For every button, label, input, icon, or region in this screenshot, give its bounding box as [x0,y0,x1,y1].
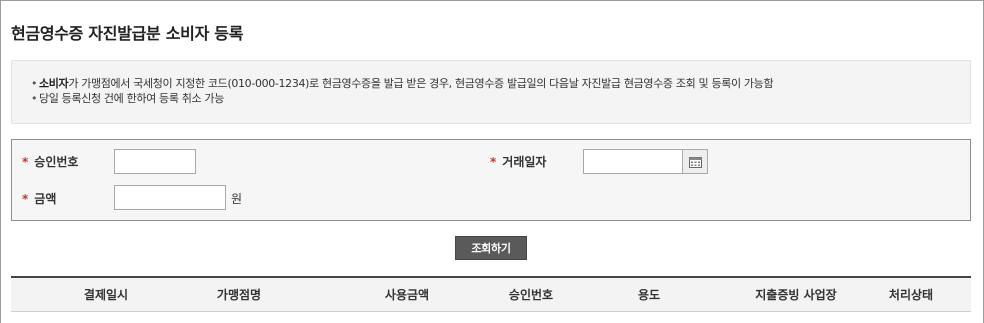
transaction-date-label: * 거래일자 [490,155,547,169]
page-title: 현금영수증 자진발급분 소비자 등록 [11,24,244,43]
amount-unit: 원 [231,192,243,206]
approval-number-label: * 승인번호 [22,155,79,169]
calendar-icon [688,156,702,168]
notice-line-2: • 당일 등록신청 건에 한하여 등록 취소 가능 [31,91,970,106]
calendar-button[interactable] [683,149,708,174]
column-header-merchant: 가맹점명 [216,288,262,302]
notice-panel: • 소비자가 가맹점에서 국세청이 지정한 코드(010-000-1234)로 현… [11,60,971,124]
column-header-purpose: 용도 [637,288,661,302]
amount-label: * 금액 [22,192,57,206]
required-mark: * [22,192,29,206]
approval-number-input[interactable] [114,149,196,174]
result-table-header: 결제일시 가맹점명 사용금액 승인번호 용도 지출증빙 사업장 처리상태 [11,276,971,312]
notice-line-1: • 소비자가 가맹점에서 국세청이 지정한 코드(010-000-1234)로 현… [31,76,970,91]
notice-emphasis: 소비자 [39,77,69,90]
bullet-icon: • [31,92,38,105]
notice-text-2: 당일 등록신청 건에 한하여 등록 취소 가능 [39,92,224,105]
bullet-icon: • [31,77,38,90]
column-header-status: 처리상태 [888,288,934,302]
amount-input[interactable] [114,185,226,210]
required-mark: * [490,155,497,169]
search-button[interactable]: 조회하기 [455,236,527,260]
required-mark: * [22,155,29,169]
transaction-date-input[interactable] [583,149,683,174]
notice-text-1: 가 가맹점에서 국세청이 지정한 코드(010-000-1234)로 현금영수증… [68,77,774,90]
search-form: * 승인번호 * 거래일자 * 금액 원 [11,139,971,221]
